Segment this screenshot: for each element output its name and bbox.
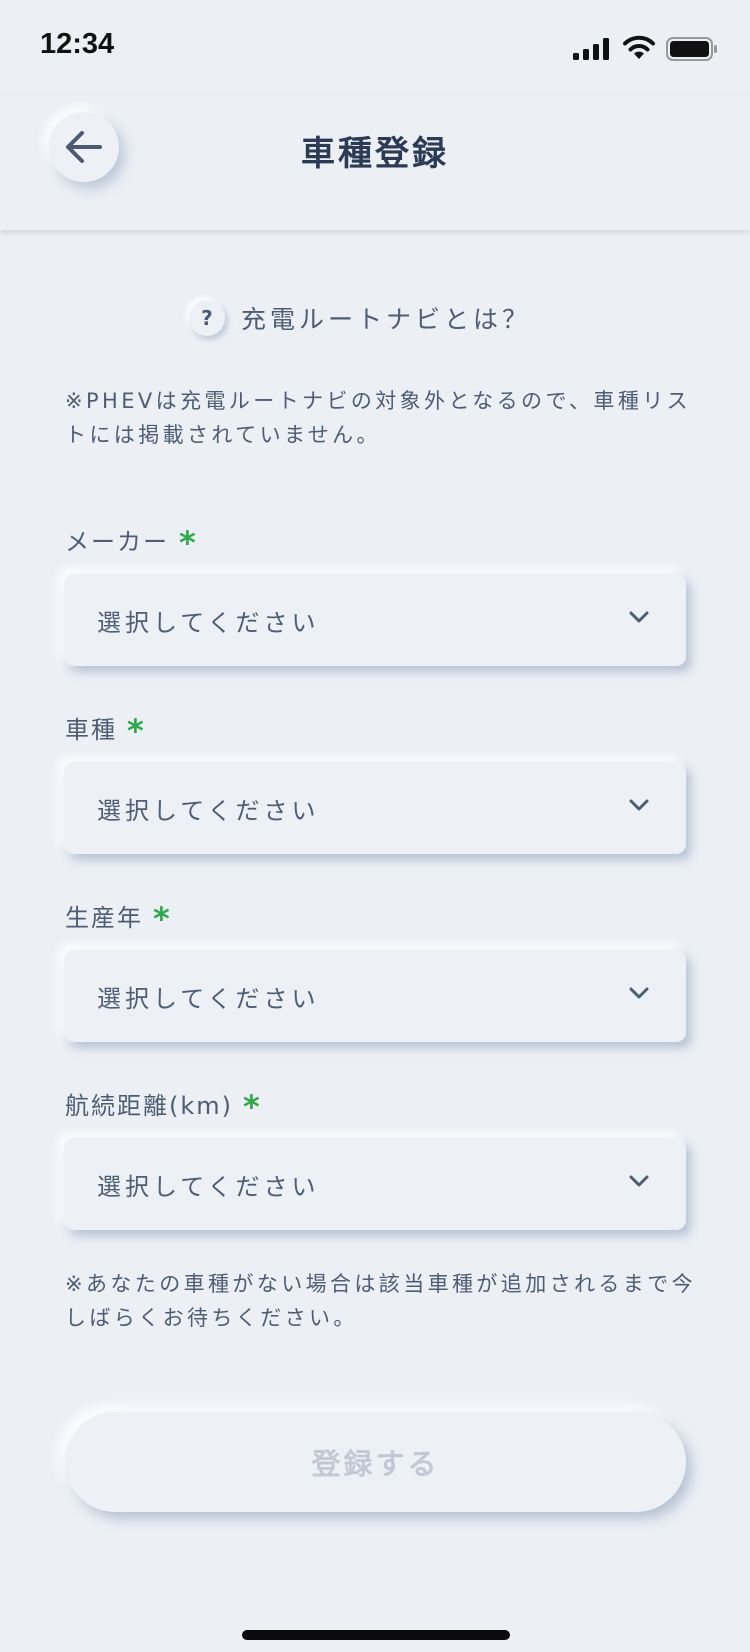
chevron-down-icon <box>629 611 649 623</box>
signal-icon <box>573 38 609 60</box>
maker-select[interactable]: 選択してください <box>64 574 686 666</box>
home-indicator <box>242 1630 510 1640</box>
model-label-text: 車種 <box>65 716 117 744</box>
question-icon: ? <box>188 300 225 336</box>
screen: 12:34 車種登録 ? 充電ルートナビとは？ ※PHEVは充電ルートナビの対象… <box>0 0 750 1652</box>
range-label: 航続距離(km) * <box>65 1084 262 1126</box>
required-mark: * <box>153 900 172 938</box>
year-label: 生産年 * <box>65 896 172 938</box>
battery-icon <box>666 37 717 61</box>
help-link[interactable]: ? 充電ルートナビとは？ <box>0 300 750 336</box>
header: 車種登録 <box>0 96 750 230</box>
help-label: 充電ルートナビとは？ <box>240 305 531 334</box>
page-title: 車種登録 <box>301 134 449 174</box>
chevron-down-icon <box>629 799 649 811</box>
status-bar: 12:34 <box>0 0 750 96</box>
maker-label-text: メーカー <box>65 528 169 556</box>
model-select-value: 選択してください <box>97 796 320 825</box>
year-label-text: 生産年 <box>65 904 143 932</box>
chevron-down-icon <box>629 1175 649 1187</box>
year-select[interactable]: 選択してください <box>64 950 686 1042</box>
wifi-icon <box>623 35 655 59</box>
required-mark: * <box>127 712 146 750</box>
range-select[interactable]: 選択してください <box>64 1138 686 1230</box>
required-mark: * <box>179 524 198 562</box>
maker-select-value: 選択してください <box>97 608 320 637</box>
missing-vehicle-note: ※あなたの車種がない場合は該当車種が追加されるまで今しばらくお待ちください。 <box>65 1272 696 1330</box>
phev-note: ※PHEVは充電ルートナビの対象外となるので、車種リストには掲載されていません。 <box>65 389 692 447</box>
register-button[interactable]: 登録する <box>65 1412 686 1512</box>
status-time: 12:34 <box>40 28 115 60</box>
model-select[interactable]: 選択してください <box>64 762 686 854</box>
maker-label: メーカー * <box>65 520 198 562</box>
chevron-down-icon <box>629 987 649 999</box>
range-select-value: 選択してください <box>97 1172 320 1201</box>
range-label-text: 航続距離(km) <box>65 1092 234 1120</box>
model-label: 車種 * <box>65 708 146 750</box>
required-mark: * <box>243 1088 262 1126</box>
year-select-value: 選択してください <box>97 984 320 1013</box>
